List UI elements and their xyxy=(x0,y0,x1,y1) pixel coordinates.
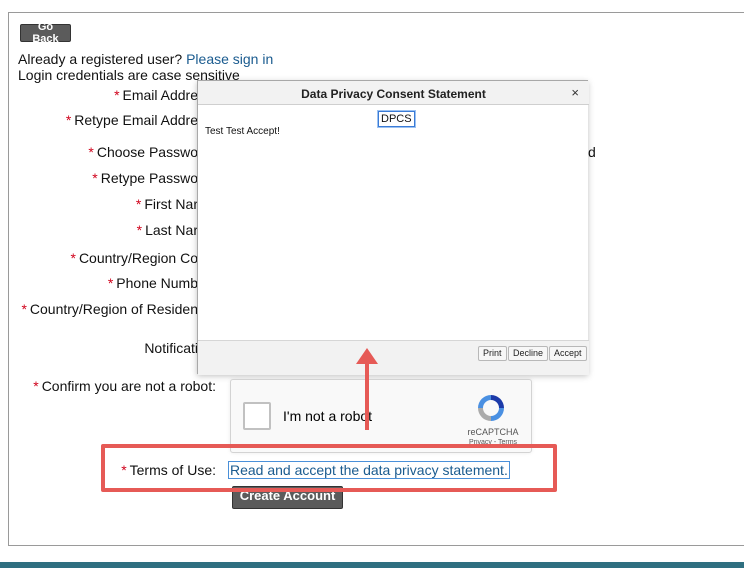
dpcs-tab[interactable]: DPCS xyxy=(378,111,415,127)
decline-button[interactable]: Decline xyxy=(508,346,549,361)
registered-user-line: Already a registered user? Please sign i… xyxy=(18,51,273,67)
recaptcha-logo-icon xyxy=(478,395,504,421)
choose-password-label: * Choose Passwo xyxy=(88,144,198,160)
robot-label: * Confirm you are not a robot: xyxy=(33,378,216,394)
recaptcha-brand: reCAPTCHA xyxy=(467,427,519,437)
print-button[interactable]: Print xyxy=(478,346,507,361)
last-name-label: * Last Nar xyxy=(136,222,198,238)
registered-prefix: Already a registered user? xyxy=(18,51,183,67)
retype-email-label: * Retype Email Addre xyxy=(65,112,198,128)
country-code-label: * Country/Region Co xyxy=(70,250,198,266)
modal-title: Data Privacy Consent Statement xyxy=(301,87,486,101)
notifications-label: Notificati xyxy=(144,340,198,356)
email-label: * Email Addre xyxy=(114,87,198,103)
modal-footer: Print Decline Accept xyxy=(198,340,589,375)
recaptcha-checkbox[interactable] xyxy=(243,402,271,430)
arrow-icon xyxy=(356,348,378,430)
data-privacy-modal: Data Privacy Consent Statement × DPCS Te… xyxy=(197,80,589,375)
accept-button[interactable]: Accept xyxy=(549,346,587,361)
first-name-label: * First Nar xyxy=(135,196,198,212)
sign-in-link[interactable]: Please sign in xyxy=(186,51,273,67)
highlight-box xyxy=(101,444,557,492)
footer-bar xyxy=(0,562,744,568)
country-residence-label: * Country/Region of Residen xyxy=(21,301,198,317)
go-back-button[interactable]: Go Back xyxy=(20,21,71,45)
modal-body-text: Test Test Accept! xyxy=(205,126,280,137)
phone-number-label: * Phone Numb xyxy=(107,275,198,291)
close-icon[interactable]: × xyxy=(571,85,579,100)
modal-header: Data Privacy Consent Statement × xyxy=(198,81,589,105)
retype-password-label: * Retype Passwo xyxy=(92,170,198,186)
hidden-field-fragment: d xyxy=(588,144,596,160)
